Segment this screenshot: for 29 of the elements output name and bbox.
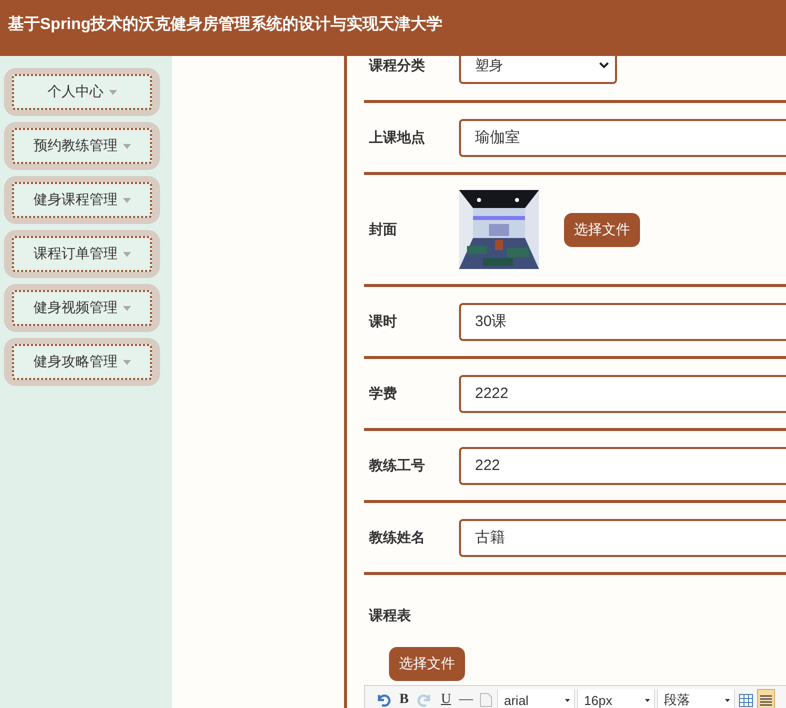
dropdown-field[interactable]: 段落 bbox=[657, 689, 735, 708]
sidebar-item[interactable]: 预约教练管理 bbox=[12, 128, 152, 164]
field-label: 上课地点 bbox=[368, 128, 426, 146]
sidebar-item[interactable]: 课程订单管理 bbox=[12, 236, 152, 272]
field-label: 课程表 bbox=[368, 607, 412, 625]
sidebar-item[interactable]: 个人中心 bbox=[12, 74, 152, 110]
sidebar-item[interactable]: 健身课程管理 bbox=[12, 182, 152, 218]
sidebar-item[interactable]: 健身视频管理 bbox=[12, 290, 152, 326]
select-field[interactable]: 塑身 bbox=[459, 56, 617, 84]
field-label: 课时 bbox=[368, 312, 398, 330]
input-field[interactable]: 30课 bbox=[459, 302, 786, 340]
choose-file-button[interactable]: 选择文件 bbox=[564, 212, 640, 246]
input-field[interactable]: 瑜伽室 bbox=[459, 118, 786, 156]
field-label: 教练工号 bbox=[368, 456, 426, 474]
toolbar-button[interactable]: — bbox=[457, 689, 475, 708]
input-field[interactable]: 古籍 bbox=[459, 518, 786, 556]
site-title: 基于Spring技术的沃克健身房管理系统的设计与实现天津大学 bbox=[8, 14, 443, 34]
field-label: 学费 bbox=[368, 384, 398, 402]
toolbar-button[interactable]: B bbox=[395, 689, 413, 708]
field-label: 课程分类 bbox=[368, 56, 426, 74]
choose-file-button[interactable]: 选择文件 bbox=[389, 647, 465, 681]
input-field[interactable]: 222 bbox=[459, 446, 786, 484]
field-label: 教练姓名 bbox=[368, 528, 426, 546]
dropdown-field[interactable]: arial bbox=[497, 689, 575, 708]
field-label: 封面 bbox=[368, 220, 398, 238]
toolbar-button[interactable]: U bbox=[437, 689, 455, 708]
dropdown-field[interactable]: 16px bbox=[577, 689, 655, 708]
sidebar-item[interactable]: 健身攻略管理 bbox=[12, 344, 152, 380]
input-field[interactable]: 2222 bbox=[459, 374, 786, 412]
